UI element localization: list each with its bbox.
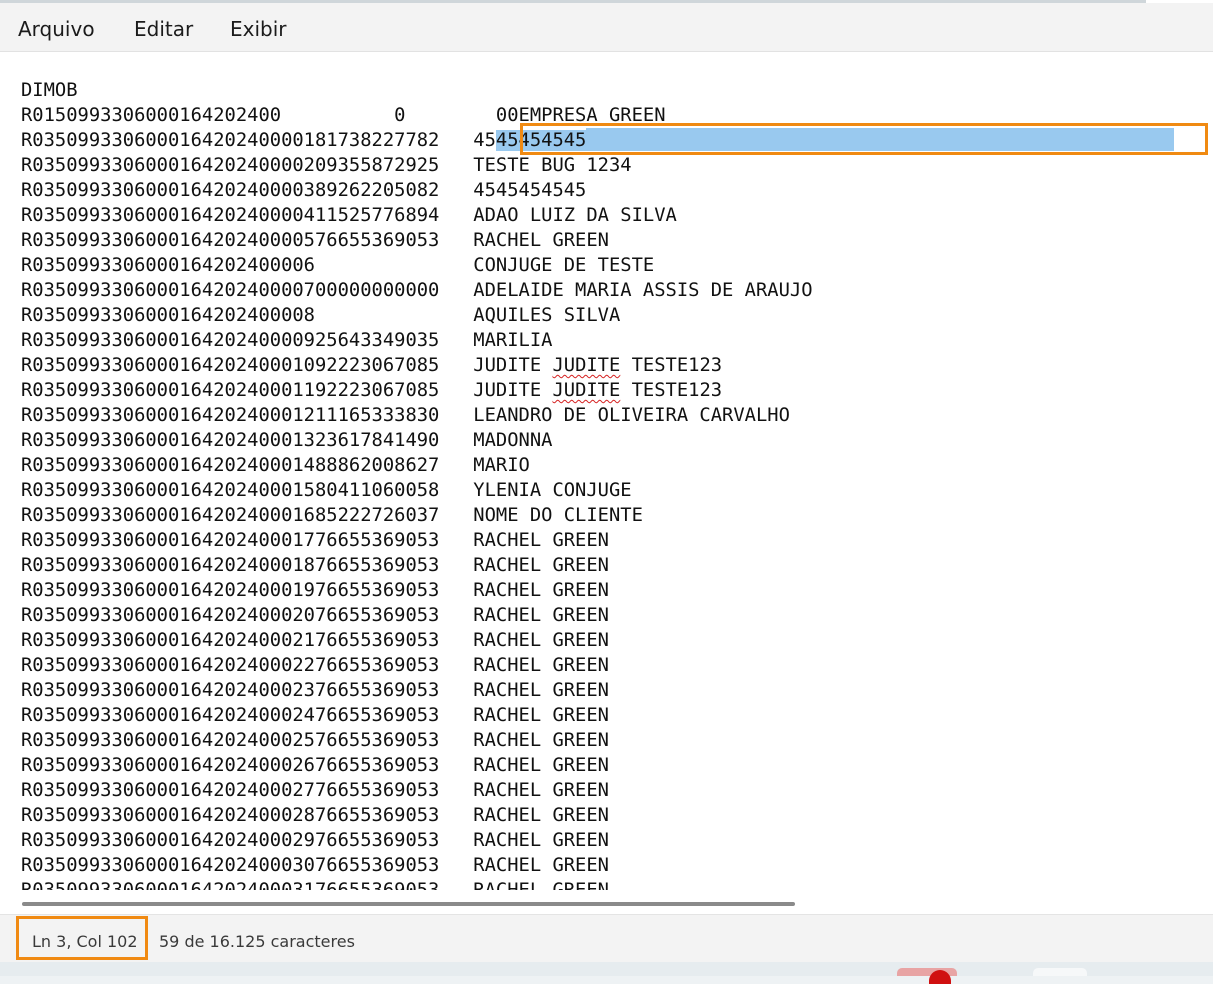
line-text: TESTE123 <box>620 355 723 376</box>
text-line: R035099330600016420240001580411060058 YL… <box>21 480 632 501</box>
text-line: DIMOB <box>21 80 78 101</box>
cursor-position: Ln 3, Col 102 <box>32 932 138 951</box>
line-text: R035099330600016420240000181738227782 45 <box>21 130 496 151</box>
selected-text: 45454545 <box>495 130 587 151</box>
menu-edit[interactable]: Editar <box>134 17 193 41</box>
text-line: R035099330600016420240000700000000000 AD… <box>21 280 813 301</box>
text-line: R035099330600016420240001323617841490 MA… <box>21 430 553 451</box>
text-line: R035099330600016420240000181738227782 45… <box>21 128 1175 153</box>
line-text: R035099330600016420240001192223067085 JU… <box>21 380 553 401</box>
text-line: R035099330600016420240001685222726037 NO… <box>21 505 643 526</box>
text-line: R035099330600016420240002076655369053 RA… <box>21 605 609 626</box>
menu-view[interactable]: Exibir <box>230 17 287 41</box>
character-count: 59 de 16.125 caracteres <box>159 932 355 951</box>
misspelled-word[interactable]: JUDITE <box>552 380 620 401</box>
taskbar <box>0 962 1213 984</box>
menu-file[interactable]: Arquivo <box>18 17 95 41</box>
text-line: R035099330600016420240000411525776894 AD… <box>21 205 677 226</box>
text-editor-area[interactable]: DIMOB R0150993306000164202400 0 00EMPRESA… <box>0 52 1213 890</box>
text-line: R035099330600016420240002476655369053 RA… <box>21 705 609 726</box>
text-line: R0350993306000164202400006 CONJUGE DE TE… <box>21 255 655 276</box>
taskbar-item[interactable] <box>1033 968 1087 976</box>
text-line: R035099330600016420240000925643349035 MA… <box>21 330 553 351</box>
text-line: R035099330600016420240002776655369053 RA… <box>21 780 609 801</box>
text-line: R035099330600016420240002976655369053 RA… <box>21 830 609 851</box>
text-line: R035099330600016420240001192223067085 JU… <box>21 378 1174 403</box>
horizontal-scrollbar[interactable] <box>22 902 795 906</box>
text-line: R035099330600016420240001488862008627 MA… <box>21 455 530 476</box>
notepad-window: Arquivo Editar Exibir DIMOB R015099330600… <box>0 0 1213 962</box>
text-line: R0150993306000164202400 0 00EMPRESA GREE… <box>21 105 666 126</box>
selection-fill <box>586 128 1175 151</box>
text-line: R035099330600016420240001092223067085 JU… <box>21 353 1174 378</box>
text-line: R035099330600016420240002876655369053 RA… <box>21 805 609 826</box>
text-line: R035099330600016420240002576655369053 RA… <box>21 730 609 751</box>
text-line: R035099330600016420240003076655369053 RA… <box>21 855 609 876</box>
cursor-position-box: Ln 3, Col 102 <box>16 916 148 960</box>
text-lines: DIMOB R0150993306000164202400 0 00EMPRESA… <box>21 78 1175 890</box>
text-line: R035099330600016420240002176655369053 RA… <box>21 630 609 651</box>
text-line: R035099330600016420240001976655369053 RA… <box>21 580 609 601</box>
status-bar: Ln 3, Col 102 59 de 16.125 caracteres <box>0 914 1213 962</box>
text-line: R035099330600016420240002676655369053 RA… <box>21 755 609 776</box>
line-text: R035099330600016420240001092223067085 JU… <box>21 355 553 376</box>
text-line: R035099330600016420240000209355872925 TE… <box>21 155 632 176</box>
text-line: R0350993306000164202400008 AQUILES SILVA <box>21 305 621 326</box>
text-line: R035099330600016420240000389262205082 45… <box>21 180 587 201</box>
text-line: R035099330600016420240002376655369053 RA… <box>21 680 609 701</box>
text-line: R035099330600016420240002276655369053 RA… <box>21 655 609 676</box>
line-text: TESTE123 <box>620 380 723 401</box>
misspelled-word[interactable]: JUDITE <box>552 355 620 376</box>
text-line: R035099330600016420240001776655369053 RA… <box>21 530 609 551</box>
text-line: R035099330600016420240000576655369053 RA… <box>21 230 609 251</box>
text-line: R035099330600016420240001211165333830 LE… <box>21 405 790 426</box>
text-line: R035099330600016420240001876655369053 RA… <box>21 555 609 576</box>
menu-bar: Arquivo Editar Exibir <box>0 3 1213 52</box>
text-line: R035099330600016420240003176655369053 RA… <box>21 878 1174 890</box>
